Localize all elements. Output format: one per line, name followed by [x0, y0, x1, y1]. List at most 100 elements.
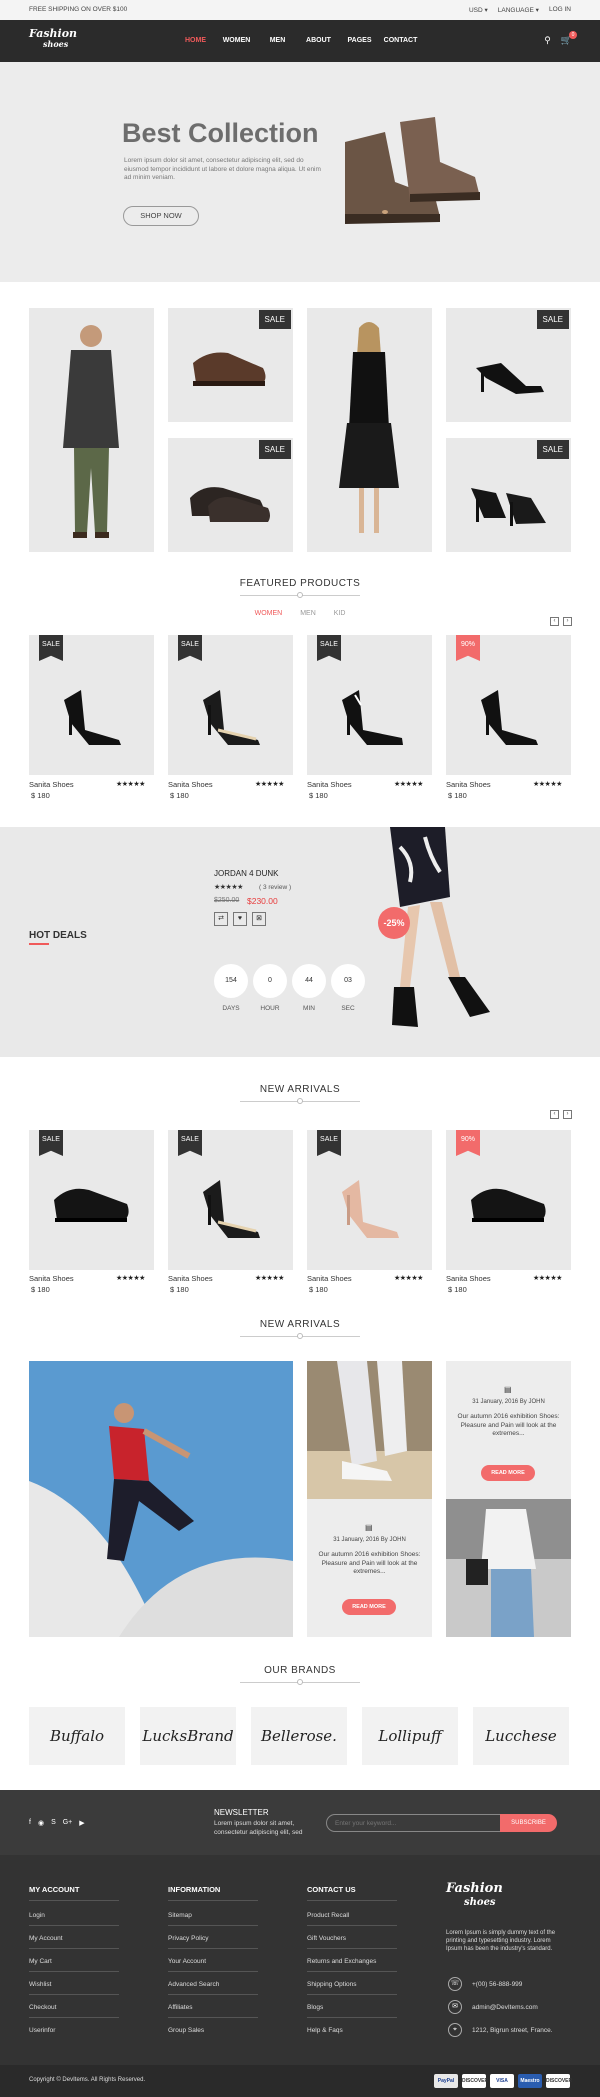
product-card[interactable]: SALE [307, 635, 432, 775]
product-name[interactable]: Sanita Shoes [307, 1274, 352, 1283]
cart-icon[interactable]: 🛒 0 [561, 31, 577, 46]
footer-link[interactable]: Help & Faqs [307, 2027, 343, 2034]
footer-link[interactable]: Your Account [168, 1958, 206, 1965]
menu-contact[interactable]: CONTACT [380, 37, 421, 44]
brand-logo[interactable]: Buffalo [29, 1707, 125, 1765]
footer-link[interactable]: Privacy Policy [168, 1935, 208, 1942]
deal-product-name[interactable]: JORDAN 4 DUNK [214, 869, 278, 878]
product-name[interactable]: Sanita Shoes [168, 1274, 213, 1283]
footer-heading: CONTACT US [307, 1885, 356, 1894]
youtube-icon[interactable]: ▶ [79, 1819, 84, 1827]
product-name[interactable]: Sanita Shoes [446, 780, 491, 789]
brand-logo[interactable]: Lucchese [473, 1707, 569, 1765]
countdown-label: HOUR [260, 1005, 280, 1012]
blog-post-card: ▤ 31 January, 2016 By JOHN Our autumn 20… [307, 1499, 432, 1637]
cart-icon[interactable]: ⊠ [252, 912, 266, 926]
collage-heel-1[interactable]: SALE [446, 308, 571, 422]
brand-logo[interactable]: LucksBrand [140, 1707, 236, 1765]
product-name[interactable]: Sanita Shoes [307, 780, 352, 789]
product-card[interactable]: SALE [168, 635, 293, 775]
footer-link[interactable]: Blogs [307, 2004, 323, 2011]
blog-sneaker-image[interactable] [307, 1361, 432, 1499]
hot-deals-title: HOT DEALS [29, 930, 87, 941]
footer-link[interactable]: Userinfor [29, 2027, 55, 2034]
footer-logo[interactable]: Fashion shoes [446, 1882, 503, 1909]
divider [168, 1971, 258, 1972]
footer-link[interactable]: Advanced Search [168, 1981, 219, 1988]
login-link[interactable]: LOG IN [549, 6, 571, 14]
next-arrow-icon[interactable]: › [563, 617, 572, 626]
menu-pages[interactable]: PAGES [339, 37, 380, 44]
footer-link[interactable]: Login [29, 1912, 45, 1919]
footer: MY ACCOUNT Login My Account My Cart Wish… [0, 1855, 600, 2065]
footer-link[interactable]: Wishlist [29, 1981, 51, 1988]
collage-heel-2[interactable]: SALE [446, 438, 571, 552]
footer-link[interactable]: Group Sales [168, 2027, 204, 2034]
rating-stars: ★★★★★ [255, 1275, 284, 1282]
blog-woman-image[interactable] [446, 1499, 571, 1637]
tab-men[interactable]: MEN [300, 610, 316, 617]
product-name[interactable]: Sanita Shoes [168, 780, 213, 789]
product-name[interactable]: Sanita Shoes [29, 780, 74, 789]
collage-woman-image[interactable] [307, 308, 432, 552]
wishlist-icon[interactable]: ♥ [233, 912, 247, 926]
next-arrow-icon[interactable]: › [563, 1110, 572, 1119]
footer-link[interactable]: My Cart [29, 1958, 52, 1965]
brand-logo[interactable]: Bellerose. [251, 1707, 347, 1765]
collage-shoe-1[interactable]: SALE [168, 308, 293, 422]
logo[interactable]: Fashion shoes [29, 28, 77, 50]
footer-phone[interactable]: +(00) 56-888-999 [472, 1981, 522, 1988]
product-price: $ 180 [309, 791, 328, 800]
footer-link[interactable]: Affiliates [168, 2004, 192, 2011]
search-icon[interactable]: ⚲ [544, 35, 551, 46]
product-card[interactable]: SALE [29, 1130, 154, 1270]
divider-dot [297, 1333, 303, 1339]
footer-link[interactable]: Product Recall [307, 1912, 349, 1919]
read-more-button[interactable]: READ MORE [342, 1599, 396, 1615]
prev-arrow-icon[interactable]: ‹ [550, 617, 559, 626]
location-icon: ⌖ [448, 2023, 462, 2037]
footer-link[interactable]: Returns and Exchanges [307, 1958, 376, 1965]
tab-kid[interactable]: KID [334, 610, 346, 617]
footer-link[interactable]: Checkout [29, 2004, 56, 2011]
product-card[interactable]: 90% [446, 635, 571, 775]
read-more-button[interactable]: READ MORE [481, 1465, 535, 1481]
subscribe-button[interactable]: SUBSCRIBE [500, 1814, 557, 1832]
menu-about[interactable]: ABOUT [298, 37, 339, 44]
menu-women[interactable]: WOMEN [216, 37, 257, 44]
newsletter-input[interactable] [326, 1814, 502, 1832]
prev-arrow-icon[interactable]: ‹ [550, 1110, 559, 1119]
rss-icon[interactable]: ◉ [38, 1819, 44, 1827]
compare-icon[interactable]: ⇄ [214, 912, 228, 926]
currency-select[interactable]: USD ▾ [469, 6, 488, 14]
footer-link[interactable]: Gift Vouchers [307, 1935, 346, 1942]
brand-logo[interactable]: Lollipuff [362, 1707, 458, 1765]
tab-women[interactable]: WOMEN [255, 610, 283, 617]
shop-now-button[interactable]: SHOP NOW [123, 206, 199, 226]
facebook-icon[interactable]: f [29, 1819, 31, 1827]
footer-link[interactable]: My Account [29, 1935, 63, 1942]
footer-link[interactable]: Sitemap [168, 1912, 192, 1919]
countdown-label: MIN [303, 1005, 315, 1012]
product-name[interactable]: Sanita Shoes [29, 1274, 74, 1283]
language-select[interactable]: LANGUAGE ▾ [498, 6, 539, 14]
menu-home[interactable]: HOME [175, 37, 216, 44]
collage-man-image[interactable] [29, 308, 154, 552]
product-card[interactable]: SALE [168, 1130, 293, 1270]
footer-email[interactable]: admin@DevItems.com [472, 2004, 538, 2011]
divider [307, 2017, 397, 2018]
google-plus-icon[interactable]: G+ [63, 1819, 73, 1827]
product-card[interactable]: 90% [446, 1130, 571, 1270]
product-card[interactable]: SALE [29, 635, 154, 775]
skype-icon[interactable]: S [51, 1819, 56, 1827]
blog-runner-image[interactable] [29, 1361, 293, 1637]
phone-icon: ☏ [448, 1977, 462, 1991]
product-card[interactable]: SALE [307, 1130, 432, 1270]
divider [168, 1900, 258, 1901]
countdown-label: DAYS [222, 1005, 240, 1012]
deal-review-count[interactable]: ( 3 review ) [259, 884, 291, 891]
product-name[interactable]: Sanita Shoes [446, 1274, 491, 1283]
menu-men[interactable]: MEN [257, 37, 298, 44]
footer-link[interactable]: Shipping Options [307, 1981, 357, 1988]
collage-shoe-2[interactable]: SALE [168, 438, 293, 552]
